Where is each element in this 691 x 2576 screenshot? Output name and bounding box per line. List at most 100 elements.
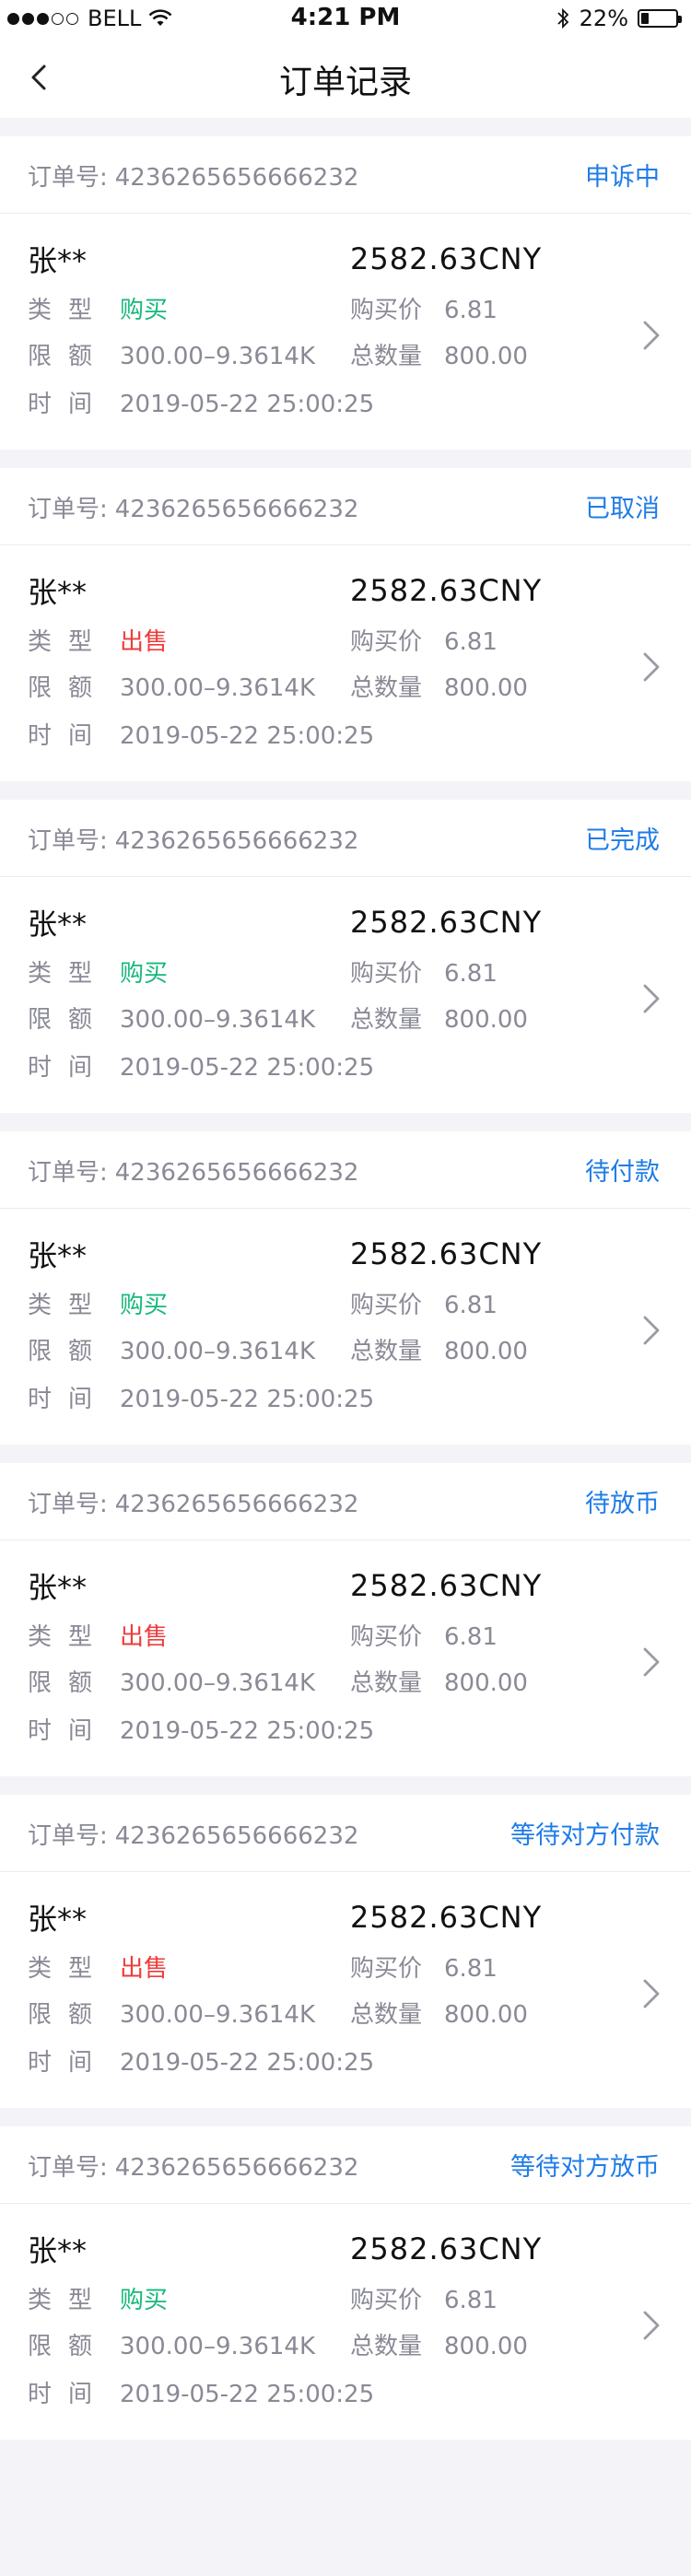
limit-label: 限额 — [28, 1006, 110, 1034]
counterparty-name: 张** — [28, 243, 88, 278]
limit-value: 300.00–9.3614K — [120, 343, 315, 370]
order-number-value: 4236265656666232 — [114, 164, 359, 192]
price-label: 购买价 — [350, 297, 423, 324]
chevron-right-icon[interactable] — [634, 1972, 667, 2016]
counterparty-name: 张** — [28, 1570, 88, 1605]
order-number: 订单号: 4236265656666232 — [28, 1485, 358, 1519]
type-value: 购买 — [120, 1292, 169, 1319]
order-card[interactable]: 订单号: 4236265656666232 待放币 张** 2582.63CNY … — [0, 1463, 691, 1776]
limit-label: 限额 — [28, 1338, 110, 1365]
chevron-right-icon[interactable] — [634, 2303, 667, 2348]
price-row: 购买价 6.81 — [350, 291, 498, 325]
type-row: 类型 出售 — [28, 1950, 168, 1984]
type-value: 出售 — [120, 1955, 169, 1983]
type-label: 类型 — [28, 1292, 110, 1319]
counterparty-name: 张** — [28, 1902, 88, 1937]
type-value: 出售 — [120, 1623, 169, 1651]
counterparty-name: 张** — [28, 907, 88, 942]
type-value: 购买 — [120, 960, 169, 988]
total-value: 800.00 — [444, 343, 528, 370]
chevron-right-icon[interactable] — [634, 977, 667, 1021]
order-number: 订单号: 4236265656666232 — [28, 1153, 358, 1188]
order-number-value: 4236265656666232 — [114, 496, 359, 523]
type-label: 类型 — [28, 628, 110, 656]
order-amount: 2582.63CNY — [350, 2231, 543, 2266]
time-label: 时间 — [28, 2381, 110, 2408]
total-row: 总数量 800.00 — [350, 1664, 528, 1698]
type-row: 类型 购买 — [28, 291, 168, 325]
total-label: 总数量 — [350, 674, 423, 702]
time-value: 2019-05-22 25:00:25 — [120, 391, 375, 418]
status-bar-right: 22% — [556, 6, 682, 31]
order-card-body: 张** 2582.63CNY 类型 出售 购买价 6.81 限额 300.00–9.3… — [0, 1872, 691, 2108]
order-amount: 2582.63CNY — [350, 1900, 543, 1935]
order-amount: 2582.63CNY — [350, 1236, 543, 1271]
order-card-header: 订单号: 4236265656666232 等待对方放币 — [0, 2126, 691, 2204]
total-row: 总数量 800.00 — [350, 1001, 528, 1035]
type-label: 类型 — [28, 1955, 110, 1983]
price-row: 购买价 6.81 — [350, 2281, 498, 2315]
order-number-label: 订单号: — [28, 496, 108, 523]
order-status: 等待对方放币 — [510, 2153, 660, 2182]
total-label: 总数量 — [350, 1338, 423, 1365]
price-row: 购买价 6.81 — [350, 623, 498, 657]
price-value: 6.81 — [444, 1955, 498, 1983]
order-number-label: 订单号: — [28, 164, 108, 192]
time-value: 2019-05-22 25:00:25 — [120, 1386, 375, 1413]
price-value: 6.81 — [444, 628, 498, 656]
total-row: 总数量 800.00 — [350, 1996, 528, 2030]
type-row: 类型 购买 — [28, 1286, 168, 1320]
order-card[interactable]: 订单号: 4236265656666232 等待对方付款 张** 2582.63C… — [0, 1795, 691, 2108]
chevron-right-icon[interactable] — [634, 1308, 667, 1352]
time-label: 时间 — [28, 1054, 110, 1082]
type-row: 类型 出售 — [28, 623, 168, 657]
limit-value: 300.00–9.3614K — [120, 2001, 315, 2029]
limit-value: 300.00–9.3614K — [120, 674, 315, 702]
order-card[interactable]: 订单号: 4236265656666232 等待对方放币 张** 2582.63C… — [0, 2126, 691, 2440]
time-value: 2019-05-22 25:00:25 — [120, 1054, 375, 1082]
type-row: 类型 出售 — [28, 1618, 168, 1652]
time-value: 2019-05-22 25:00:25 — [120, 2381, 375, 2408]
order-number-value: 4236265656666232 — [114, 2154, 359, 2182]
time-label: 时间 — [28, 1717, 110, 1745]
order-card[interactable]: 订单号: 4236265656666232 已完成 张** 2582.63CNY … — [0, 800, 691, 1113]
total-row: 总数量 800.00 — [350, 2327, 528, 2361]
limit-label: 限额 — [28, 1669, 110, 1697]
order-card-body: 张** 2582.63CNY 类型 购买 购买价 6.81 限额 300.00–9.3… — [0, 1209, 691, 1445]
chevron-right-icon[interactable] — [634, 313, 667, 357]
order-number: 订单号: 4236265656666232 — [28, 158, 358, 193]
order-amount: 2582.63CNY — [350, 905, 543, 940]
price-label: 购买价 — [350, 1623, 423, 1651]
price-row: 购买价 6.81 — [350, 1618, 498, 1652]
time-label: 时间 — [28, 391, 110, 418]
counterparty-name: 张** — [28, 575, 88, 610]
order-number-label: 订单号: — [28, 1159, 108, 1187]
type-value: 购买 — [120, 2287, 169, 2314]
bluetooth-icon — [557, 7, 568, 29]
order-number-value: 4236265656666232 — [114, 1822, 359, 1850]
order-card[interactable]: 订单号: 4236265656666232 待付款 张** 2582.63CNY … — [0, 1131, 691, 1445]
order-card-body: 张** 2582.63CNY 类型 购买 购买价 6.81 限额 300.00–9.3… — [0, 214, 691, 450]
type-label: 类型 — [28, 2287, 110, 2314]
type-value: 购买 — [120, 297, 169, 324]
price-value: 6.81 — [444, 297, 498, 324]
order-card[interactable]: 订单号: 4236265656666232 已取消 张** 2582.63CNY … — [0, 468, 691, 781]
order-number: 订单号: 4236265656666232 — [28, 2149, 358, 2183]
price-value: 6.81 — [444, 1292, 498, 1319]
type-value: 出售 — [120, 628, 169, 656]
battery-level — [641, 13, 649, 24]
battery-percent: 22% — [579, 6, 628, 31]
limit-value: 300.00–9.3614K — [120, 2333, 315, 2360]
price-value: 6.81 — [444, 960, 498, 988]
limit-value: 300.00–9.3614K — [120, 1006, 315, 1034]
chevron-right-icon[interactable] — [634, 1640, 667, 1684]
order-card-body: 张** 2582.63CNY 类型 出售 购买价 6.81 限额 300.00–9.3… — [0, 545, 691, 781]
order-card-body: 张** 2582.63CNY 类型 购买 购买价 6.81 限额 300.00–9.3… — [0, 877, 691, 1113]
price-value: 6.81 — [444, 2287, 498, 2314]
limit-row: 限额 300.00–9.3614K — [28, 2327, 315, 2361]
order-number-value: 4236265656666232 — [114, 827, 359, 855]
total-value: 800.00 — [444, 1669, 528, 1697]
order-card[interactable]: 订单号: 4236265656666232 申诉中 张** 2582.63CNY … — [0, 136, 691, 450]
chevron-right-icon[interactable] — [634, 645, 667, 689]
price-label: 购买价 — [350, 2287, 423, 2314]
